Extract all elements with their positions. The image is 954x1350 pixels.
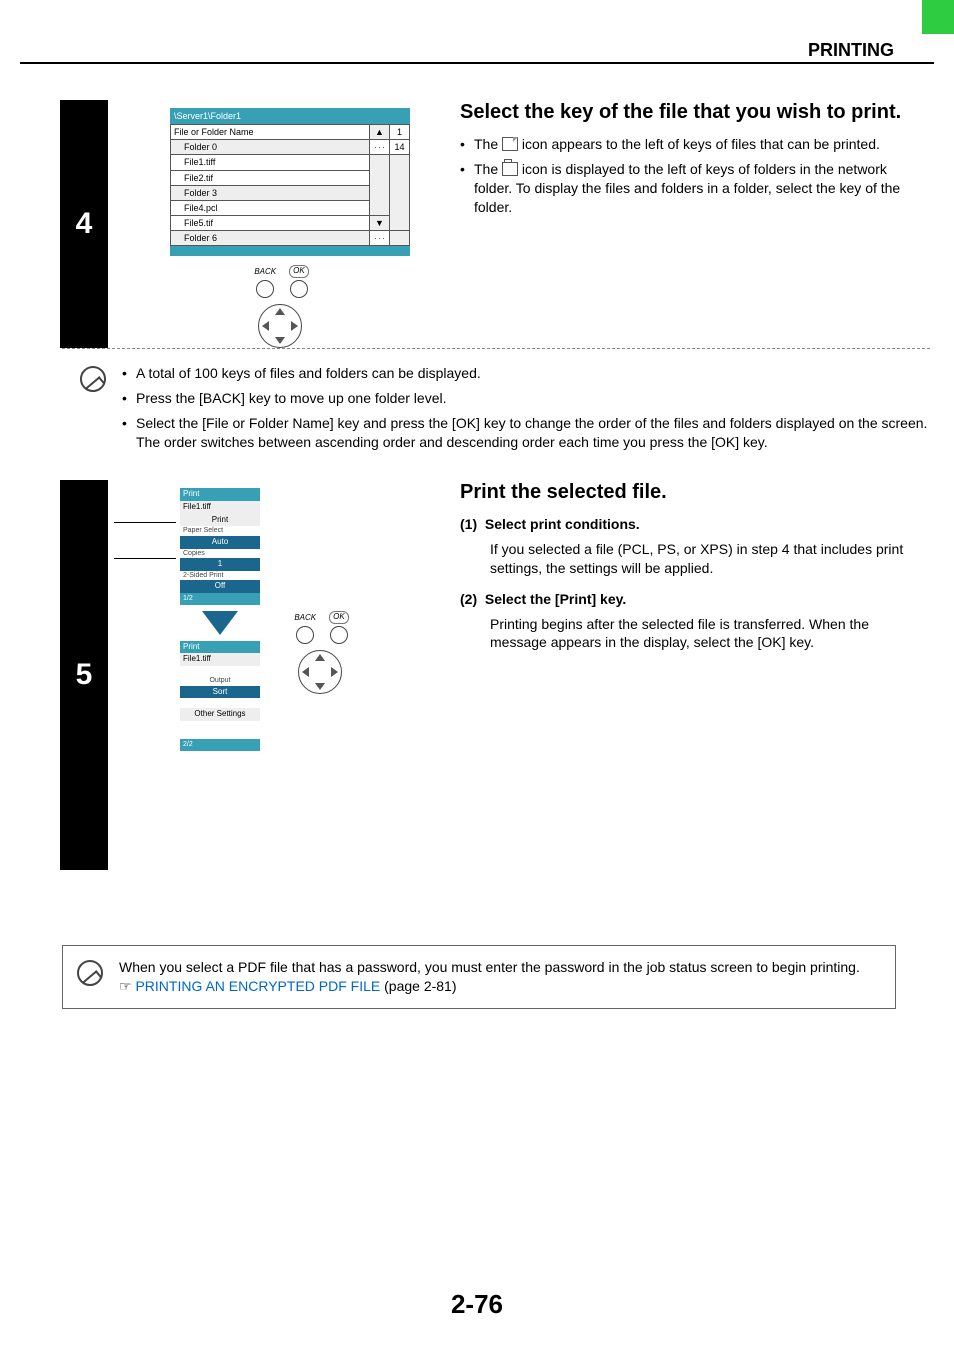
- more-icon: ···: [370, 140, 390, 155]
- encrypted-pdf-link[interactable]: PRINTING AN ENCRYPTED PDF FILE: [135, 978, 380, 994]
- hardware-buttons: BACK OK: [230, 264, 330, 348]
- mp-spacer: [180, 698, 260, 708]
- step-number-4: 4: [60, 100, 108, 348]
- page-total: 14: [390, 140, 410, 155]
- mp-output-value: Sort: [180, 686, 260, 699]
- mp-other-settings: Other Settings: [180, 708, 260, 721]
- page-current: 1: [390, 125, 410, 140]
- sub2-body: Printing begins after the selected file …: [460, 615, 904, 653]
- mp-copies-value: 1: [180, 558, 260, 571]
- step4-title: Select the key of the file that you wish…: [460, 100, 904, 125]
- step-number-5: 5: [60, 480, 108, 870]
- list-item: File4.pcl: [171, 200, 370, 215]
- back-button-icon: [256, 280, 274, 298]
- note-item: Press the [BACK] key to move up one fold…: [122, 389, 930, 408]
- note-icon: [77, 960, 103, 986]
- step5-title: Print the selected file.: [460, 480, 904, 505]
- mp-pager: 2/2: [180, 739, 260, 750]
- link-page-ref: (page 2-81): [380, 978, 456, 994]
- ok-button-icon: [330, 626, 348, 644]
- ok-button-graphic: OK: [289, 264, 309, 298]
- page-number: 2-76: [0, 1287, 954, 1322]
- scroll-down-icon: ▼: [370, 215, 390, 230]
- back-button-graphic: BACK: [251, 265, 279, 298]
- callout-2: (2): [90, 552, 106, 570]
- folder-icon: [502, 162, 518, 176]
- note-icon: [80, 366, 106, 392]
- step5-illustration: (1) (2) Print File1.tiff Print Paper Sel…: [120, 480, 440, 870]
- ok-button-icon: [290, 280, 308, 298]
- sub1-num: (1): [460, 516, 477, 532]
- callout-1: (1): [90, 516, 106, 534]
- file-icon: [502, 137, 518, 151]
- mp-output-label: Output: [180, 676, 260, 685]
- print-settings-panel-2: Print File1.tiff Output Sort Other Setti…: [180, 641, 260, 751]
- sort-arrow-up-icon: ▲: [370, 125, 390, 140]
- mp-2sided-label: 2-Sided Print: [180, 571, 260, 580]
- flow-down-arrow-icon: [202, 611, 238, 635]
- mp-paper-label: Paper Select: [180, 526, 260, 535]
- list-item: File1.tiff: [171, 155, 370, 170]
- mp-paper-value: Auto: [180, 536, 260, 549]
- back-button-icon: [296, 626, 314, 644]
- dpad-icon: [258, 304, 302, 348]
- panel-bottom-bar: [170, 246, 410, 256]
- mp-print-btn: Print: [180, 514, 260, 527]
- header-section-title: PRINTING: [808, 38, 894, 62]
- panel-titlebar: \Server1\Folder1: [170, 108, 410, 124]
- back-button-graphic: BACK: [291, 611, 319, 644]
- dashed-separator: [62, 348, 930, 349]
- back-label: BACK: [291, 613, 319, 624]
- list-item: Folder 3: [171, 185, 370, 200]
- mp-filename: File1.tiff: [180, 501, 260, 514]
- step4-bullet: The icon appears to the left of keys of …: [460, 135, 904, 154]
- back-label: BACK: [251, 267, 279, 278]
- sub2-num: (2): [460, 591, 477, 607]
- header-rule: [20, 62, 934, 64]
- section-color-tab: [922, 0, 954, 34]
- final-note-line1: When you select a PDF file that has a pa…: [119, 958, 879, 977]
- pointer-icon: ☞: [119, 978, 132, 994]
- scrollbar-track: [370, 155, 390, 216]
- ok-label: OK: [329, 611, 349, 624]
- callout-line-2: [114, 558, 176, 559]
- mp-2sided-value: Off: [180, 580, 260, 593]
- final-note-box: When you select a PDF file that has a pa…: [62, 945, 896, 1009]
- ok-label: OK: [289, 265, 309, 278]
- step4-bullet: The icon is displayed to the left of key…: [460, 160, 904, 217]
- step4-bullets: The icon appears to the left of keys of …: [460, 135, 904, 217]
- more-icon: ···: [370, 231, 390, 246]
- note-item: A total of 100 keys of files and folders…: [122, 364, 930, 383]
- print-settings-panel-1: Print File1.tiff Print Paper Select Auto…: [180, 488, 260, 605]
- mp-head: Print: [180, 641, 260, 654]
- spacer: [390, 231, 410, 246]
- list-item: Folder 0: [171, 140, 370, 155]
- hardware-buttons: BACK OK: [270, 610, 370, 694]
- mp-filename: File1.tiff: [180, 653, 260, 666]
- list-item: File5.tif: [171, 215, 370, 230]
- sub1-body: If you selected a file (PCL, PS, or XPS)…: [460, 540, 904, 578]
- ok-button-graphic: OK: [329, 610, 349, 644]
- list-item: Folder 6: [171, 231, 370, 246]
- mp-head: Print: [180, 488, 260, 501]
- column-header: File or Folder Name: [171, 125, 370, 140]
- mp-copies-label: Copies: [180, 549, 260, 558]
- step4-note: A total of 100 keys of files and folders…: [80, 364, 930, 458]
- mp-spacer: [180, 721, 260, 739]
- mp-spacer: [180, 666, 260, 676]
- dpad-icon: [298, 650, 342, 694]
- sub2-title: Select the [Print] key.: [485, 591, 626, 607]
- spacer: [390, 155, 410, 231]
- list-item: File2.tif: [171, 170, 370, 185]
- callout-line-1: [114, 522, 176, 523]
- step4-illustration: \Server1\Folder1 File or Folder Name ▲ 1…: [120, 100, 440, 348]
- device-file-list-panel: \Server1\Folder1 File or Folder Name ▲ 1…: [170, 108, 410, 256]
- mp-pager: 1/2: [180, 593, 260, 604]
- sub1-title: Select print conditions.: [485, 516, 640, 532]
- note-item: Select the [File or Folder Name] key and…: [122, 414, 930, 452]
